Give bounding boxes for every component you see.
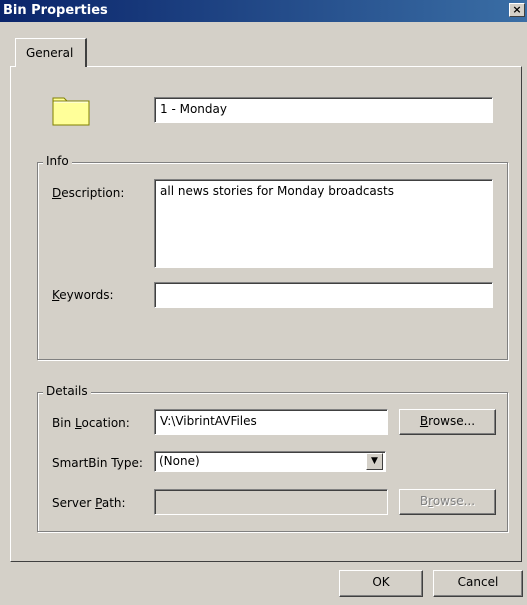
keywords-label: Keywords: — [52, 288, 114, 302]
server-path-label: Server Path: — [52, 496, 126, 510]
bin-location-label: Bin Location: — [52, 416, 130, 430]
cancel-button[interactable]: Cancel — [433, 570, 523, 597]
keywords-field[interactable] — [154, 282, 493, 308]
smartbin-type-select[interactable]: (None) — [154, 451, 386, 472]
tab-general[interactable]: General — [15, 38, 87, 67]
server-path-field — [154, 489, 388, 515]
close-button[interactable]: × — [509, 3, 525, 17]
info-group-legend: Info — [43, 154, 72, 168]
tab-general-label: General — [26, 46, 74, 60]
bin-name-field[interactable]: 1 - Monday — [154, 97, 493, 123]
chevron-down-icon: ▼ — [371, 456, 378, 466]
smartbin-type-dropdown-button[interactable]: ▼ — [366, 453, 383, 470]
details-group-legend: Details — [43, 384, 91, 398]
title-bar: Bin Properties × — [0, 0, 527, 22]
bin-location-browse-button[interactable]: Browse... — [399, 409, 496, 435]
description-label: Description: — [52, 186, 125, 200]
server-path-browse-button: Browse... — [399, 489, 496, 515]
close-icon: × — [512, 3, 522, 16]
description-field[interactable]: all news stories for Monday broadcasts — [154, 179, 493, 268]
smartbin-type-label: SmartBin Type: — [52, 456, 143, 470]
bin-location-field[interactable]: V:\VibrintAVFiles — [154, 409, 388, 435]
folder-icon — [52, 97, 90, 126]
ok-button[interactable]: OK — [339, 570, 423, 597]
window-title: Bin Properties — [3, 3, 108, 18]
